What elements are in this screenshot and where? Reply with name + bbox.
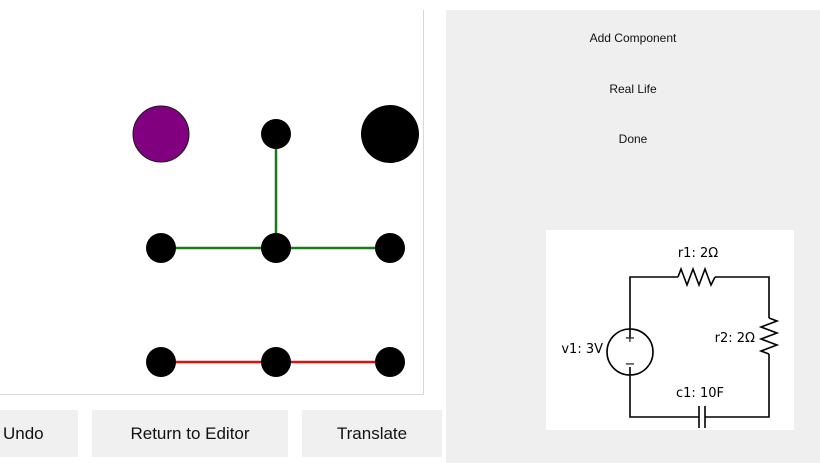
done-button[interactable]: Done (446, 132, 820, 146)
side-panel: Add Component Real Life Done + − r1: 2Ω … (446, 10, 820, 463)
real-life-button[interactable]: Real Life (446, 82, 820, 96)
return-to-editor-button[interactable]: Return to Editor (92, 410, 288, 457)
node-small[interactable] (146, 347, 176, 377)
circuit-schematic: + − r1: 2Ω v1: 3V r2: 2Ω c1: 10F (546, 230, 794, 430)
circuit-board-svg[interactable] (0, 10, 424, 395)
node-large-purple[interactable] (132, 105, 190, 163)
translate-button[interactable]: Translate (302, 410, 442, 457)
node-small[interactable] (261, 233, 291, 263)
node-small[interactable] (375, 347, 405, 377)
c1-label: c1: 10F (676, 386, 724, 401)
circuit-board-canvas[interactable] (0, 10, 424, 395)
node-small[interactable] (146, 233, 176, 263)
undo-button[interactable]: Undo (0, 410, 78, 457)
v1-label: v1: 3V (561, 342, 603, 357)
node-small[interactable] (375, 233, 405, 263)
node-small[interactable] (261, 119, 291, 149)
r2-label: r2: 2Ω (715, 331, 755, 346)
add-component-button[interactable]: Add Component (446, 31, 820, 45)
schematic-diagram: + − r1: 2Ω v1: 3V r2: 2Ω c1: 10F (561, 246, 780, 428)
node-large[interactable] (361, 105, 419, 163)
r1-label: r1: 2Ω (678, 246, 718, 261)
v1-plus-sign: + (625, 331, 636, 346)
node-small[interactable] (261, 347, 291, 377)
v1-minus-sign: − (625, 357, 636, 372)
